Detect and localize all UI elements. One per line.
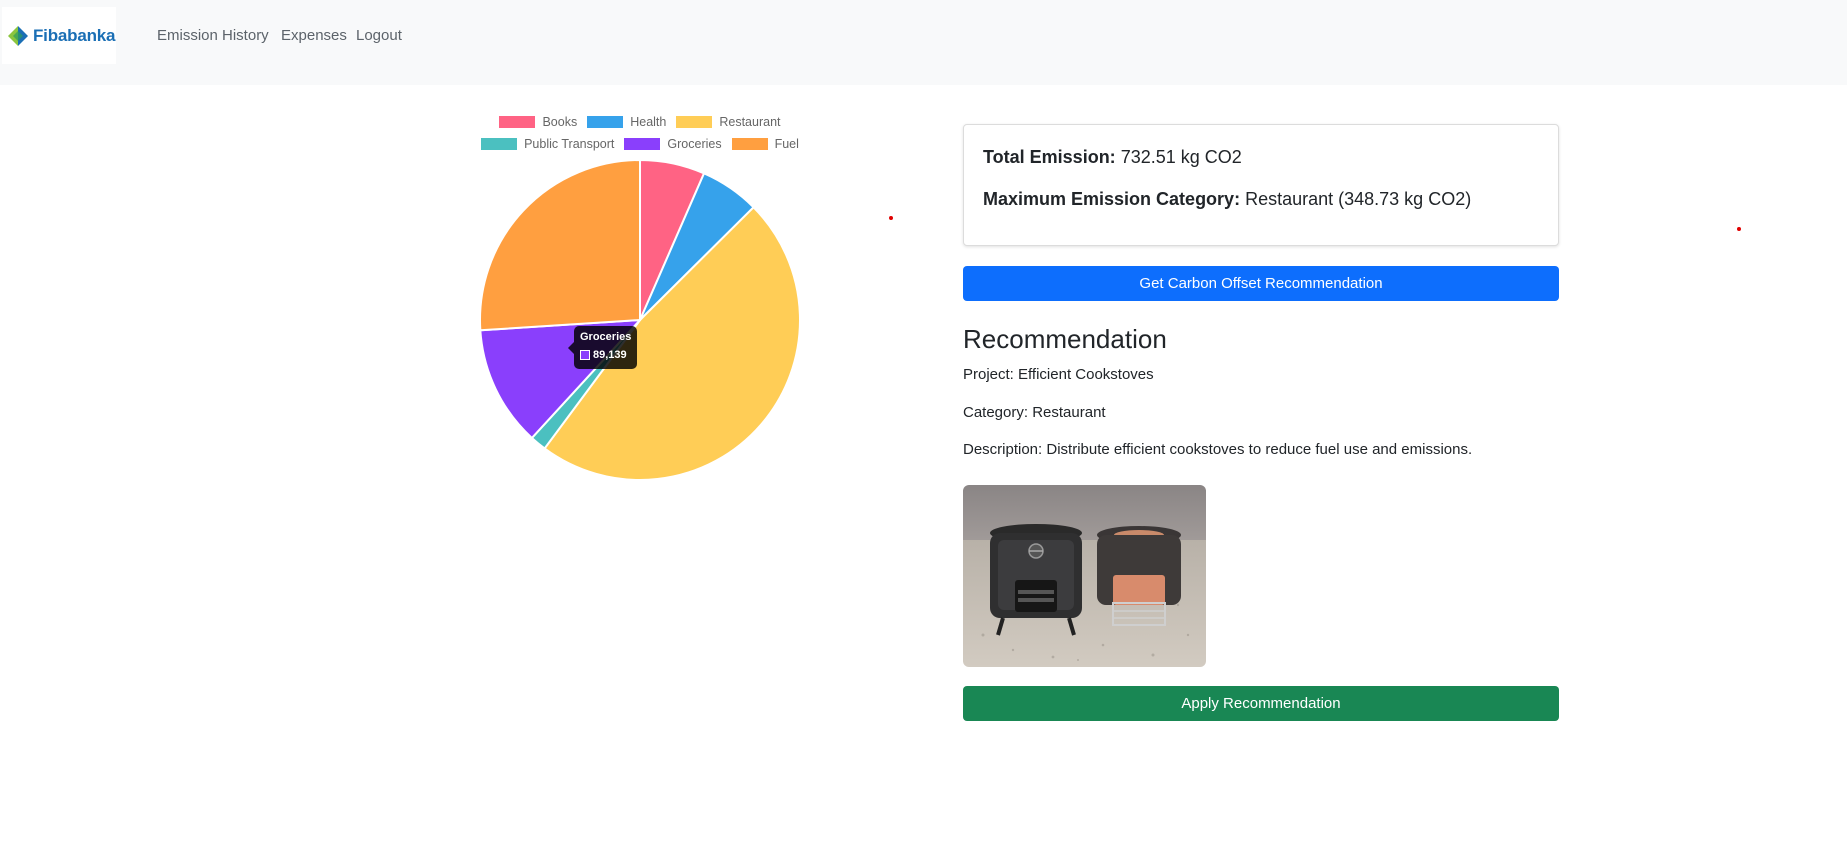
recommendation-project: Project: Efficient Cookstoves	[963, 366, 1154, 383]
legend-swatch	[499, 116, 536, 128]
tooltip-title: Groceries	[580, 331, 632, 343]
tooltip-arrow	[568, 342, 574, 354]
nav-emission-history[interactable]: Emission History	[157, 27, 269, 44]
tooltip-swatch	[580, 350, 590, 360]
legend-row-1: Books Health Restaurant	[470, 111, 810, 133]
tooltip-value: 89,139	[593, 349, 627, 361]
red-dot-marker	[1737, 227, 1741, 231]
legend-label: Restaurant	[719, 115, 781, 129]
fibabanka-diamond-icon	[8, 25, 28, 46]
total-emission-value: 732.51 kg CO2	[1120, 147, 1242, 167]
legend-item-groceries[interactable]: Groceries	[624, 137, 722, 151]
legend-label: Public Transport	[524, 137, 615, 151]
brand-name: Fibabanka	[33, 25, 116, 45]
legend-label: Health	[630, 115, 667, 129]
legend-item-fuel[interactable]: Fuel	[731, 137, 799, 151]
apply-recommendation-button[interactable]: Apply Recommendation	[963, 686, 1559, 721]
recommendation-heading: Recommendation	[963, 324, 1167, 354]
max-category-line: Maximum Emission Category: Restaurant (3…	[983, 189, 1471, 210]
get-recommendation-button[interactable]: Get Carbon Offset Recommendation	[963, 266, 1559, 301]
chart-legend: Books Health Restaurant Public Transport…	[470, 111, 810, 155]
chart-tooltip: Groceries 89,139	[568, 326, 637, 369]
legend-item-books[interactable]: Books	[499, 115, 577, 129]
nav-logout[interactable]: Logout	[356, 27, 402, 44]
legend-label: Groceries	[667, 137, 722, 151]
cookstove-image	[963, 485, 1206, 667]
max-category-label: Maximum Emission Category:	[983, 189, 1241, 209]
legend-swatch	[587, 116, 624, 128]
total-emission-line: Total Emission: 732.51 kg CO2	[983, 147, 1242, 168]
navbar: Fibabanka Emission History Expenses Logo…	[0, 0, 1847, 85]
brand-logo[interactable]: Fibabanka	[2, 7, 116, 64]
legend-label: Fuel	[774, 137, 799, 151]
legend-swatch	[676, 116, 713, 128]
legend-item-health[interactable]: Health	[587, 115, 666, 129]
legend-swatch	[481, 138, 518, 150]
nav-expenses[interactable]: Expenses	[281, 27, 347, 44]
emission-pie-chart[interactable]	[470, 150, 810, 490]
cookstove-illustration	[963, 485, 1206, 667]
red-dot-marker	[889, 216, 893, 220]
recommendation-description: Description: Distribute efficient cookst…	[963, 441, 1473, 458]
legend-swatch	[731, 138, 768, 150]
legend-item-restaurant[interactable]: Restaurant	[676, 115, 781, 129]
legend-item-public-transport[interactable]: Public Transport	[481, 137, 614, 151]
recommendation-category: Category: Restaurant	[963, 404, 1106, 421]
total-emission-label: Total Emission:	[983, 147, 1116, 167]
legend-swatch	[624, 138, 661, 150]
pie-slice-fuel[interactable]	[478, 158, 641, 332]
legend-label: Books	[542, 115, 578, 129]
emission-summary-card: Total Emission: 732.51 kg CO2 Maximum Em…	[963, 124, 1559, 246]
max-category-value: Restaurant (348.73 kg CO2)	[1245, 189, 1472, 209]
